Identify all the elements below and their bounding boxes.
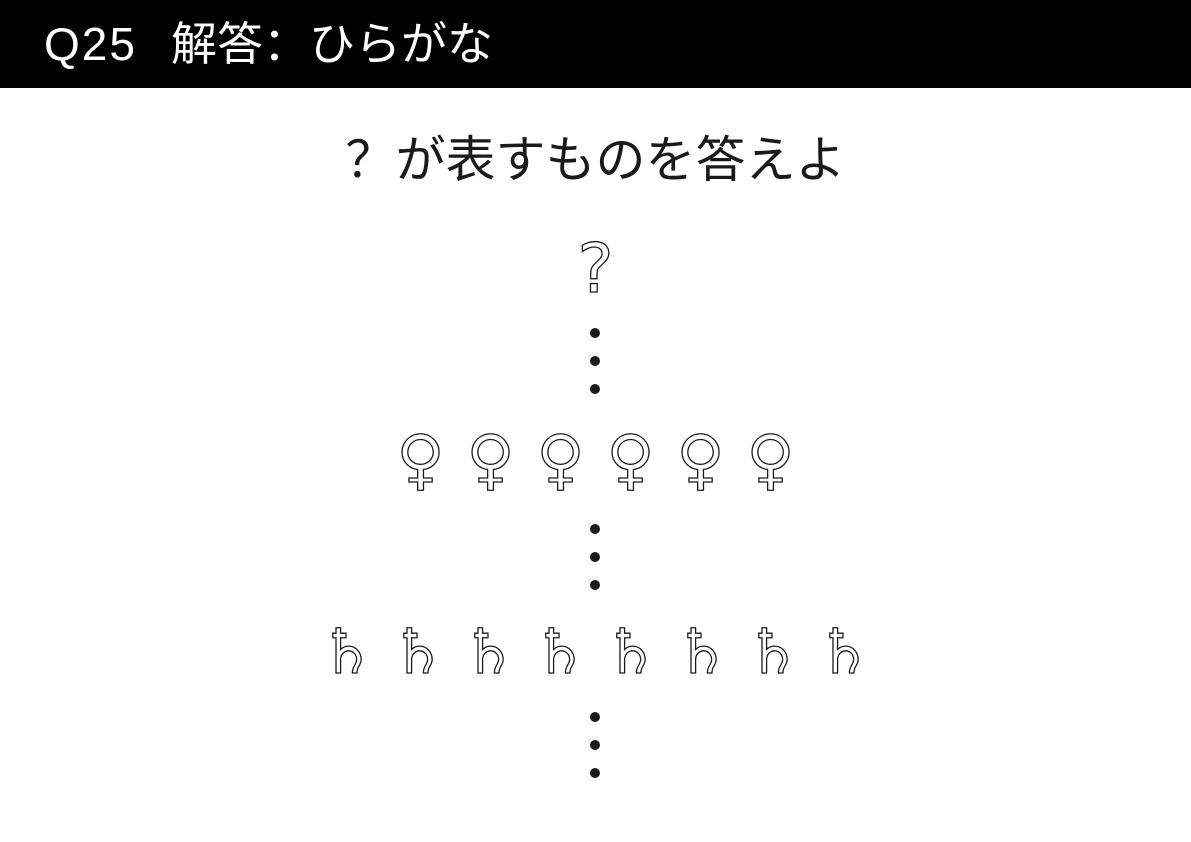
saturn-symbol-icon: ♄ xyxy=(603,614,660,688)
dot xyxy=(590,524,600,534)
dot xyxy=(590,356,600,366)
venus-symbol-icon: ♀ xyxy=(396,420,446,498)
saturn-symbol-icon: ♄ xyxy=(461,614,518,688)
saturn-symbol-icon: ♄ xyxy=(319,614,376,688)
saturn-symbol-icon: ♄ xyxy=(816,614,873,688)
dot xyxy=(590,580,600,590)
page-title: Q25 解答：ひらがな xyxy=(44,12,493,76)
saturn-row: ♄ ♄ ♄ ♄ ♄ ♄ ♄ ♄ xyxy=(0,612,1191,692)
venus-symbol-icon: ♀ xyxy=(466,420,516,498)
dot xyxy=(590,712,600,722)
venus-symbol-icon: ♀ xyxy=(536,420,586,498)
venus-row: ♀ ♀ ♀ ♀ ♀ ♀ xyxy=(0,420,1191,500)
dot xyxy=(590,740,600,750)
dot xyxy=(590,552,600,562)
question-number: Q25 xyxy=(44,18,137,70)
dot xyxy=(590,768,600,778)
saturn-symbol-icon: ♄ xyxy=(745,614,802,688)
saturn-symbol-icon: ♄ xyxy=(390,614,447,688)
header-bar: Q25 解答：ひらがな xyxy=(0,0,1191,88)
question-prompt: ？が表すものを答えよ xyxy=(345,131,846,189)
unknown-row: ? xyxy=(0,229,1191,310)
dot xyxy=(590,328,600,338)
answer-type-label: 解答：ひらがな xyxy=(170,17,493,71)
saturn-symbol-icon: ♄ xyxy=(532,614,589,688)
saturn-symbol-icon: ♄ xyxy=(674,614,731,688)
venus-symbol-icon: ♀ xyxy=(606,420,656,498)
question-mark-icon: ? xyxy=(577,229,614,309)
ellipsis-vertical-2 xyxy=(0,520,1191,604)
venus-symbol-icon: ♀ xyxy=(676,420,726,498)
ellipsis-vertical-1 xyxy=(0,324,1191,408)
venus-symbol-icon: ♀ xyxy=(746,420,796,498)
dot xyxy=(590,384,600,394)
ellipsis-vertical-3 xyxy=(0,708,1191,792)
